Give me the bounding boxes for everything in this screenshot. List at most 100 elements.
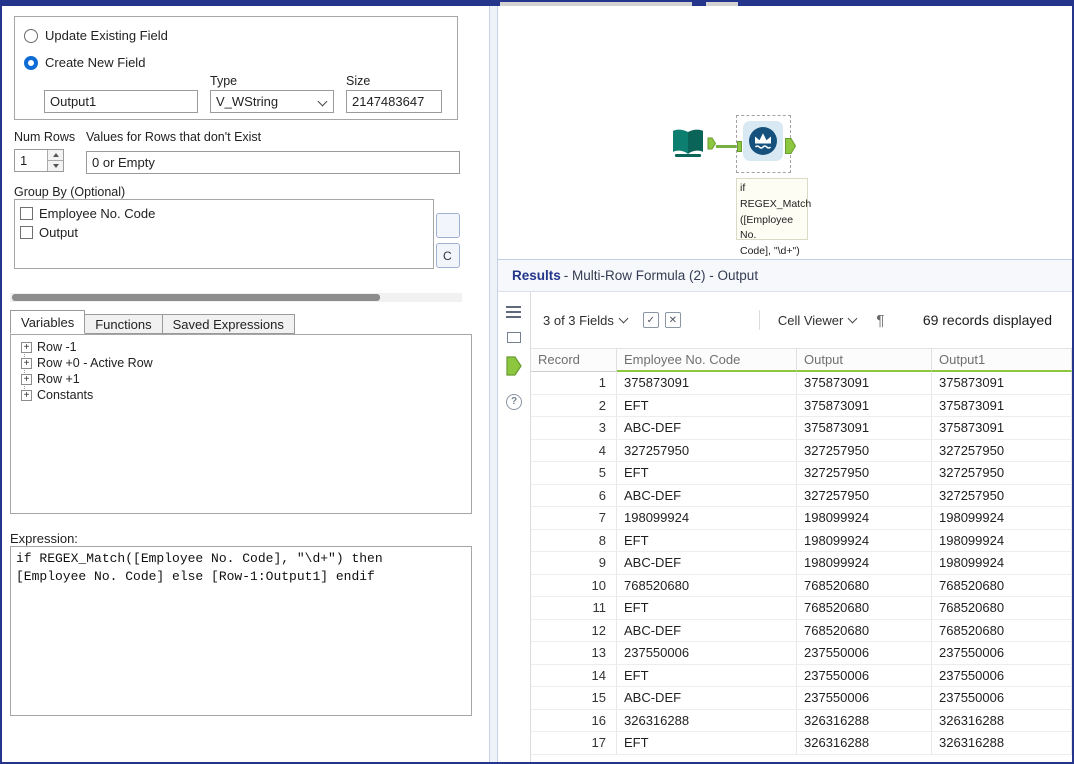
data-cell[interactable]: EFT <box>617 529 797 551</box>
data-cell[interactable]: 327257950 <box>797 484 932 506</box>
data-cell[interactable]: 375873091 <box>797 394 932 416</box>
table-row[interactable]: 10 768520680 768520680 768520680 <box>531 574 1072 597</box>
expand-plus-icon[interactable]: + <box>21 373 32 385</box>
radio-update-existing-field[interactable]: Update Existing Field <box>24 28 168 43</box>
data-cell[interactable]: 768520680 <box>797 619 932 641</box>
table-row[interactable]: 9 ABC-DEF 198099924 198099924 <box>531 552 1072 575</box>
whitespace-toggle-icon[interactable]: ¶ <box>876 312 884 329</box>
record-number-cell[interactable]: 4 <box>531 439 617 461</box>
table-row[interactable]: 6 ABC-DEF 327257950 327257950 <box>531 484 1072 507</box>
variables-tree[interactable]: + Row -1 + Row +0 - Active Row + Row +1 + Const… <box>10 334 472 514</box>
data-cell[interactable]: 768520680 <box>617 574 797 596</box>
data-cell[interactable]: 768520680 <box>932 619 1072 641</box>
record-number-cell[interactable]: 10 <box>531 574 617 596</box>
table-row[interactable]: 13 237550006 237550006 237550006 <box>531 642 1072 665</box>
expand-plus-icon[interactable]: + <box>21 341 32 353</box>
record-number-cell[interactable]: 16 <box>531 709 617 731</box>
deselect-fields-icon[interactable]: ✕ <box>664 312 681 328</box>
data-cell[interactable]: 237550006 <box>932 642 1072 664</box>
data-cell[interactable]: 375873091 <box>797 372 932 394</box>
data-cell[interactable]: EFT <box>617 462 797 484</box>
data-cell[interactable]: 375873091 <box>932 394 1072 416</box>
data-cell[interactable]: 327257950 <box>617 439 797 461</box>
record-number-cell[interactable]: 14 <box>531 664 617 686</box>
table-row[interactable]: 8 EFT 198099924 198099924 <box>531 529 1072 552</box>
table-row[interactable]: 15 ABC-DEF 237550006 237550006 <box>531 687 1072 710</box>
radio-create-new-field[interactable]: Create New Field <box>24 55 145 70</box>
expand-plus-icon[interactable]: + <box>21 357 32 369</box>
table-row[interactable]: 16 326316288 326316288 326316288 <box>531 709 1072 732</box>
table-row[interactable]: 12 ABC-DEF 768520680 768520680 <box>531 619 1072 642</box>
panel-splitter[interactable] <box>489 6 498 762</box>
data-cell[interactable]: 198099924 <box>797 507 932 529</box>
data-cell[interactable]: 327257950 <box>797 462 932 484</box>
output-anchor-icon[interactable] <box>707 137 716 150</box>
record-number-cell[interactable]: 8 <box>531 529 617 551</box>
column-header[interactable]: Record <box>531 349 617 372</box>
data-cell[interactable]: 327257950 <box>797 439 932 461</box>
group-by-list[interactable]: Employee No. Code Output <box>14 199 434 269</box>
record-number-cell[interactable]: 3 <box>531 417 617 439</box>
data-cell[interactable]: 768520680 <box>932 597 1072 619</box>
data-cell[interactable]: 375873091 <box>932 372 1072 394</box>
field-name-input[interactable]: Output1 <box>44 90 198 113</box>
scrollbar-thumb[interactable] <box>12 294 380 301</box>
record-number-cell[interactable]: 1 <box>531 372 617 394</box>
record-number-cell[interactable]: 9 <box>531 552 617 574</box>
data-cell[interactable]: 237550006 <box>932 687 1072 709</box>
chevron-down-icon[interactable] <box>618 313 629 324</box>
data-cell[interactable]: 326316288 <box>932 732 1072 754</box>
record-number-cell[interactable]: 2 <box>531 394 617 416</box>
data-cell[interactable]: 326316288 <box>932 709 1072 731</box>
data-cell[interactable]: EFT <box>617 394 797 416</box>
record-number-cell[interactable]: 6 <box>531 484 617 506</box>
data-cell[interactable]: 375873091 <box>932 417 1072 439</box>
tab-variables[interactable]: Variables <box>10 310 86 334</box>
data-cell[interactable]: 237550006 <box>797 664 932 686</box>
record-number-cell[interactable]: 17 <box>531 732 617 754</box>
cutoff-button-1[interactable] <box>436 213 460 238</box>
table-row[interactable]: 2 EFT 375873091 375873091 <box>531 394 1072 417</box>
checkbox-icon[interactable] <box>20 207 33 220</box>
data-cell[interactable]: 198099924 <box>617 507 797 529</box>
tree-item[interactable]: + Row -1 <box>13 339 469 355</box>
group-by-item[interactable]: Output <box>20 223 428 242</box>
data-cell[interactable]: EFT <box>617 597 797 619</box>
radio-selected-icon[interactable] <box>24 55 38 70</box>
data-cell[interactable]: 327257950 <box>932 439 1072 461</box>
stepper-down-button[interactable] <box>48 160 63 171</box>
data-cell[interactable]: 375873091 <box>617 372 797 394</box>
stepper-up-button[interactable] <box>48 150 63 160</box>
connection-line[interactable] <box>716 145 738 148</box>
column-header[interactable]: Output1 <box>932 349 1072 372</box>
fields-dropdown[interactable]: 3 of 3 Fields <box>543 313 614 328</box>
table-row[interactable]: 5 EFT 327257950 327257950 <box>531 462 1072 485</box>
column-header[interactable]: Output <box>797 349 932 372</box>
table-row[interactable]: 3 ABC-DEF 375873091 375873091 <box>531 417 1072 440</box>
table-row[interactable]: 17 EFT 326316288 326316288 <box>531 732 1072 755</box>
data-cell[interactable]: 198099924 <box>932 552 1072 574</box>
record-number-cell[interactable]: 5 <box>531 462 617 484</box>
data-cell[interactable]: ABC-DEF <box>617 619 797 641</box>
tool-annotation[interactable]: if REGEX_Match ([Employee No. Code], "\d+"… <box>736 178 811 257</box>
data-cell[interactable]: ABC-DEF <box>617 552 797 574</box>
data-cell[interactable]: 327257950 <box>932 484 1072 506</box>
size-input[interactable]: 2147483647 <box>346 90 442 113</box>
data-cell[interactable]: 326316288 <box>617 709 797 731</box>
cutoff-button-2[interactable]: C <box>436 243 460 268</box>
table-row[interactable]: 4 327257950 327257950 327257950 <box>531 439 1072 462</box>
tree-item[interactable]: + Constants <box>13 387 469 403</box>
data-cell[interactable]: 198099924 <box>797 552 932 574</box>
data-cell[interactable]: 237550006 <box>932 664 1072 686</box>
data-cell[interactable]: 326316288 <box>797 709 932 731</box>
data-cell[interactable]: 768520680 <box>932 574 1072 596</box>
data-cell[interactable]: 198099924 <box>797 529 932 551</box>
data-cell[interactable]: 198099924 <box>932 507 1072 529</box>
data-cell[interactable]: ABC-DEF <box>617 687 797 709</box>
tab-functions[interactable]: Functions <box>84 314 163 334</box>
input-anchor-icon[interactable] <box>737 141 742 152</box>
data-cell[interactable]: 375873091 <box>797 417 932 439</box>
data-cell[interactable]: 198099924 <box>932 529 1072 551</box>
radio-unselected-icon[interactable] <box>24 28 38 43</box>
num-rows-stepper[interactable]: 1 <box>14 149 64 172</box>
